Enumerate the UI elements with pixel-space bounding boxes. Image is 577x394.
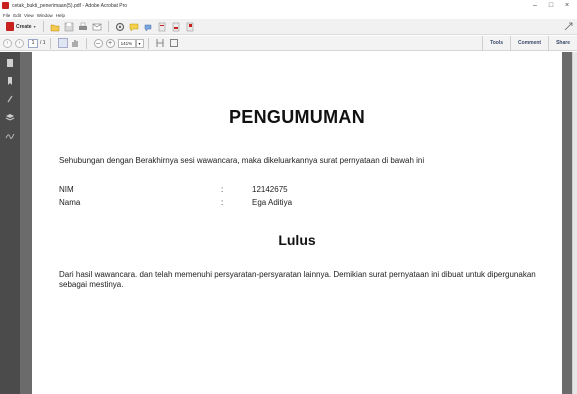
acrobat-app-icon bbox=[2, 2, 9, 9]
result-status: Lulus bbox=[278, 232, 316, 248]
fit-page-icon[interactable] bbox=[155, 38, 165, 48]
highlight-icon[interactable] bbox=[143, 22, 153, 32]
main-toolbar: Create ▾ bbox=[0, 19, 577, 35]
field-value: 12142675 bbox=[252, 185, 288, 194]
tab-tools[interactable]: Tools bbox=[482, 36, 510, 51]
layers-icon[interactable] bbox=[5, 112, 15, 122]
email-icon[interactable] bbox=[92, 22, 102, 32]
zoom-level-input[interactable]: 141% bbox=[117, 38, 136, 48]
settings-icon[interactable] bbox=[115, 22, 125, 32]
document-area: PENGUMUMAN Sehubungan dengan Berakhirnya… bbox=[20, 52, 572, 394]
menu-edit[interactable]: Edit bbox=[13, 13, 21, 18]
title-bar: cetak_bukti_penerimaan(5).pdf - Adobe Ac… bbox=[0, 0, 577, 11]
expand-icon[interactable] bbox=[564, 22, 573, 31]
create-pdf-icon bbox=[6, 22, 14, 31]
create-label: Create bbox=[16, 23, 32, 30]
toolbar-divider bbox=[42, 21, 44, 32]
close-button[interactable]: × bbox=[559, 0, 575, 11]
combine-icon[interactable] bbox=[157, 22, 167, 32]
field-label: NIM bbox=[59, 185, 74, 194]
menu-help[interactable]: Help bbox=[56, 13, 65, 18]
minimize-button[interactable]: – bbox=[527, 0, 543, 11]
page-toolbar: ‹ › 1 / 1 – + 141% ▾ Tools Comment Share bbox=[0, 36, 577, 51]
chevron-down-icon: ▾ bbox=[33, 24, 36, 29]
chevron-down-icon[interactable]: ▾ bbox=[135, 38, 144, 48]
print-icon[interactable] bbox=[78, 22, 88, 32]
toolbar-divider bbox=[107, 21, 109, 32]
page-total: / 1 bbox=[40, 40, 46, 46]
window-title: cetak_bukti_penerimaan(5).pdf - Adobe Ac… bbox=[12, 2, 128, 9]
page-number-input[interactable]: 1 bbox=[28, 38, 38, 48]
document-intro: Sehubungan dengan Berakhirnya sesi wawan… bbox=[59, 156, 425, 165]
previous-page-button[interactable]: ‹ bbox=[3, 38, 12, 48]
document-title: PENGUMUMAN bbox=[229, 107, 365, 127]
select-tool-icon[interactable] bbox=[57, 38, 68, 48]
menu-bar: File Edit View Window Help bbox=[0, 11, 577, 19]
hand-tool-icon[interactable] bbox=[70, 38, 80, 48]
tab-share[interactable]: Share bbox=[548, 36, 577, 51]
maximize-button[interactable]: □ bbox=[543, 0, 559, 11]
attachments-icon[interactable] bbox=[5, 94, 15, 104]
field-colon: : bbox=[221, 185, 224, 194]
signatures-icon[interactable] bbox=[5, 130, 15, 140]
vertical-scrollbar[interactable] bbox=[572, 52, 577, 394]
menu-window[interactable]: Window bbox=[37, 13, 53, 18]
menu-view[interactable]: View bbox=[24, 13, 34, 18]
pdf-page: PENGUMUMAN Sehubungan dengan Berakhirnya… bbox=[32, 52, 562, 394]
export-icon[interactable] bbox=[171, 22, 181, 32]
toolbar-divider bbox=[49, 37, 51, 49]
document-conclusion: Dari hasil wawancara. dan telah memenuhi… bbox=[59, 270, 536, 289]
toolbar-divider bbox=[85, 37, 87, 49]
next-page-button[interactable]: › bbox=[15, 38, 24, 48]
menu-file[interactable]: File bbox=[3, 13, 10, 18]
bookmarks-icon[interactable] bbox=[5, 76, 15, 86]
tab-comment[interactable]: Comment bbox=[510, 36, 548, 51]
zoom-in-button[interactable]: + bbox=[105, 38, 115, 48]
field-label: Nama bbox=[59, 198, 81, 207]
field-colon: : bbox=[221, 198, 224, 207]
zoom-out-button[interactable]: – bbox=[93, 38, 103, 48]
share-icon[interactable] bbox=[185, 22, 195, 32]
open-icon[interactable] bbox=[50, 22, 60, 32]
create-button[interactable]: Create ▾ bbox=[3, 21, 39, 33]
save-icon[interactable] bbox=[64, 22, 74, 32]
comment-icon[interactable] bbox=[129, 22, 139, 32]
fullscreen-icon[interactable] bbox=[169, 38, 179, 48]
page-thumbnails-icon[interactable] bbox=[5, 58, 15, 68]
navigation-panel bbox=[0, 52, 20, 394]
field-value: Ega Aditiya bbox=[252, 198, 293, 207]
toolbar-divider bbox=[147, 37, 149, 49]
window-controls: – □ × bbox=[527, 0, 575, 11]
task-pane-tabs: Tools Comment Share bbox=[482, 36, 577, 51]
